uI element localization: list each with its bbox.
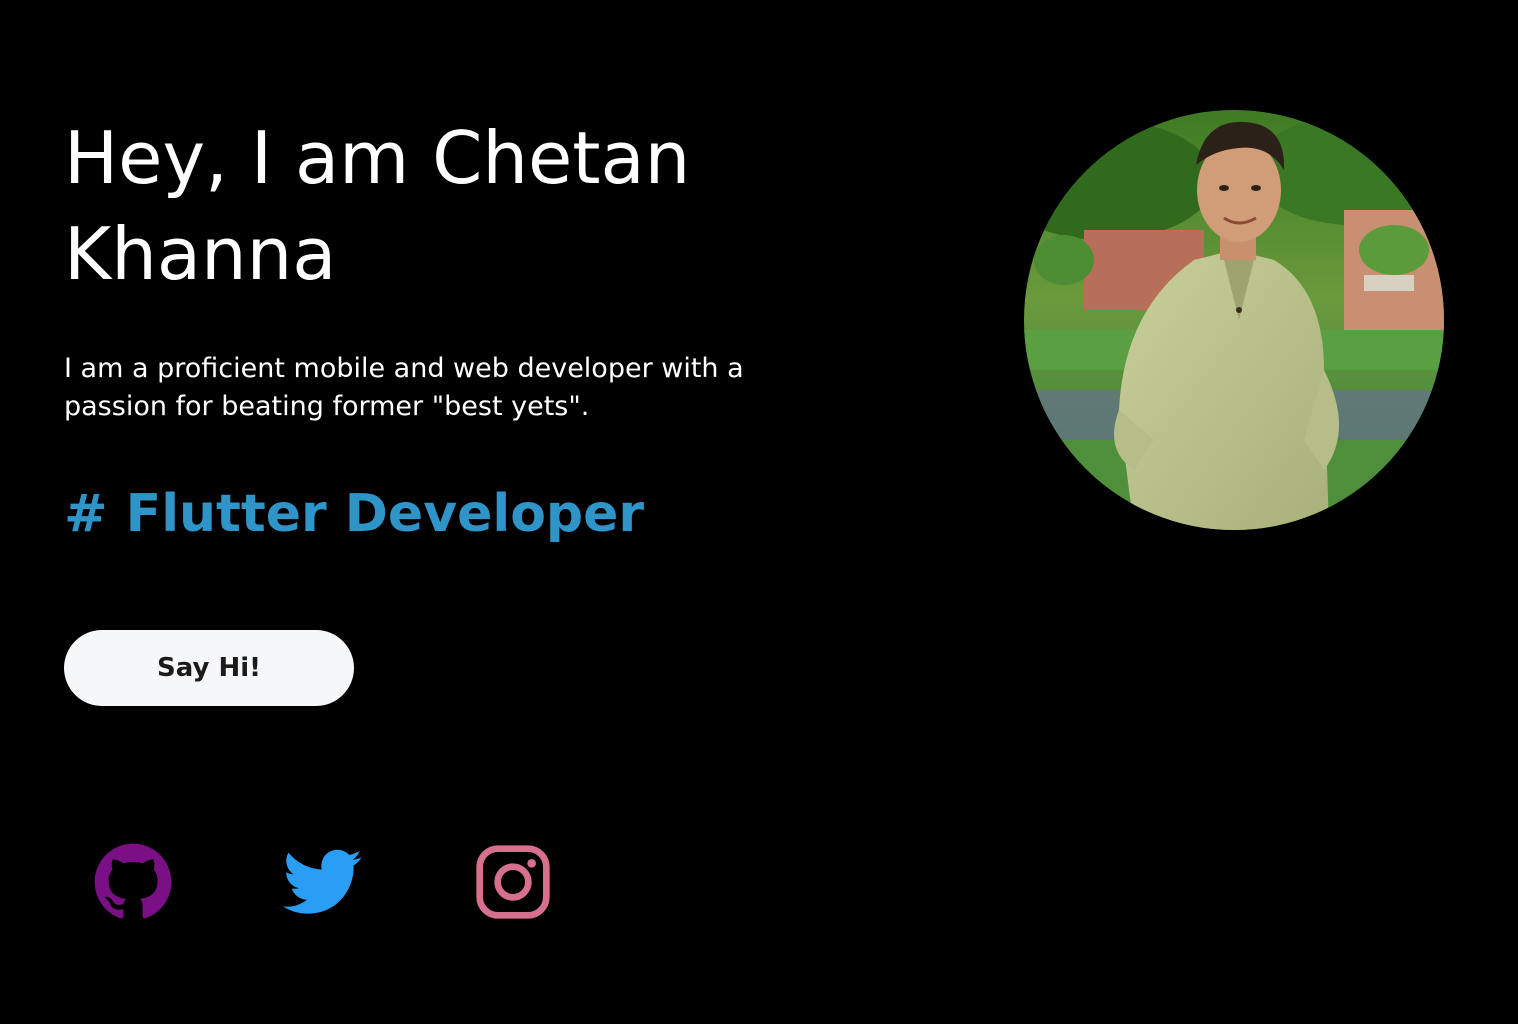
hero-role: # Flutter Developer bbox=[64, 484, 645, 544]
profile-photo bbox=[1024, 110, 1444, 530]
twitter-icon bbox=[283, 849, 362, 914]
twitter-link[interactable] bbox=[283, 842, 363, 922]
github-icon bbox=[94, 843, 172, 919]
hero-title: Hey, I am Chetan Khanna bbox=[64, 116, 691, 296]
instagram-icon bbox=[476, 845, 550, 919]
github-link[interactable] bbox=[93, 842, 173, 922]
say-hi-button[interactable]: Say Hi! bbox=[64, 630, 354, 706]
instagram-link[interactable] bbox=[473, 842, 553, 922]
hero-bio: I am a proficient mobile and web develop… bbox=[64, 353, 744, 422]
social-links bbox=[93, 842, 663, 922]
profile-photo-illustration bbox=[1024, 110, 1444, 530]
